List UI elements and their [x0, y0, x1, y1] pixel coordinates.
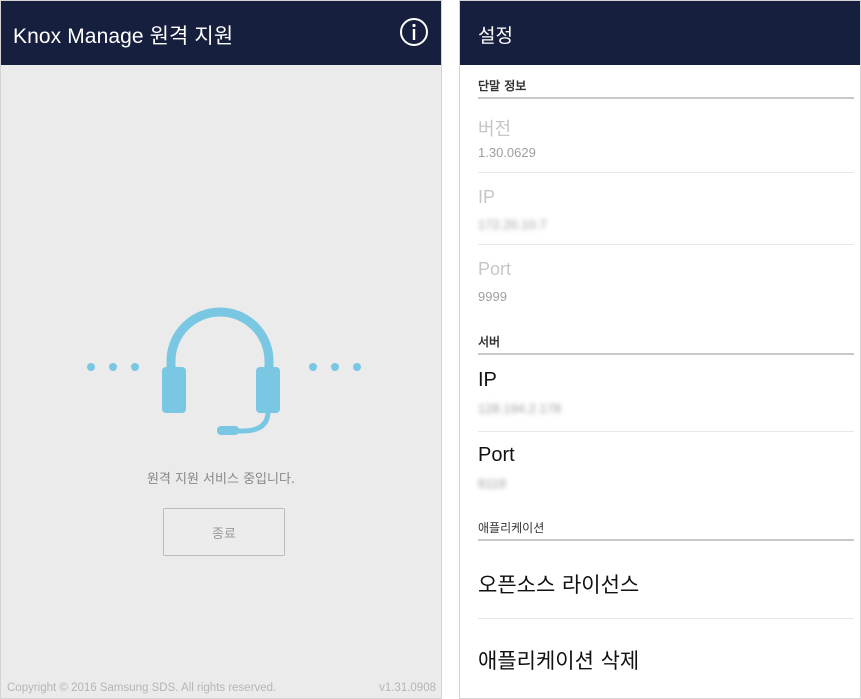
pref-title: IP — [478, 187, 496, 207]
dots-left — [87, 363, 139, 371]
pref-title: 애플리케이션 삭제 — [478, 649, 640, 673]
pref-open-source-license[interactable]: 오픈소스 라이선스 — [478, 543, 854, 619]
info-button[interactable] — [399, 17, 429, 47]
headset-icon — [162, 307, 280, 435]
pref-device-version: 버전 1.30.0629 — [478, 101, 854, 173]
pref-title: 오픈소스 라이선스 — [478, 573, 640, 597]
end-button[interactable]: 종료 — [163, 508, 285, 556]
pref-title: IP — [478, 369, 497, 391]
pref-title: Port — [478, 259, 512, 279]
settings-title: 설정 — [478, 25, 513, 47]
pref-delete-application[interactable]: 애플리케이션 삭제 — [478, 619, 854, 695]
pref-summary: 9999 — [478, 289, 507, 304]
pref-device-port: Port 9999 — [478, 245, 854, 317]
info-icon — [400, 18, 428, 46]
copyright-text: Copyright © 2016 Samsung SDS. All rights… — [7, 682, 277, 694]
settings-screen: 설정 단말 정보 버전 1.30.0629 IP 172.20.10.7 Por… — [459, 0, 861, 699]
pref-summary: 128.194.2.178 — [478, 401, 562, 416]
version-text: v1.31.0908 — [379, 682, 436, 694]
pref-summary: 172.20.10.7 — [478, 217, 547, 232]
section-header-server: 서버 — [478, 325, 854, 355]
app-bar: Knox Manage 원격 지원 — [1, 1, 441, 65]
pref-summary: 1.30.0629 — [478, 145, 536, 160]
section-header-device-info: 단말 정보 — [478, 69, 854, 99]
pref-title: Port — [478, 444, 515, 466]
dots-right — [309, 363, 361, 371]
pref-summary: 8118 — [478, 476, 506, 491]
remote-support-screen: Knox Manage 원격 지원 원격 지원 서비스 중입니다. 종료 Cop… — [0, 0, 442, 699]
pref-server-ip[interactable]: IP 128.194.2.178 — [478, 357, 854, 432]
pref-device-ip: IP 172.20.10.7 — [478, 173, 854, 245]
app-title: Knox Manage 원격 지원 — [13, 25, 234, 48]
pref-title: 버전 — [478, 119, 512, 139]
app-bar: 설정 — [460, 1, 860, 65]
status-text: 원격 지원 서비스 중입니다. — [146, 472, 296, 487]
pref-server-port[interactable]: Port 8118 — [478, 432, 854, 507]
section-header-application: 애플리케이션 — [478, 511, 854, 541]
